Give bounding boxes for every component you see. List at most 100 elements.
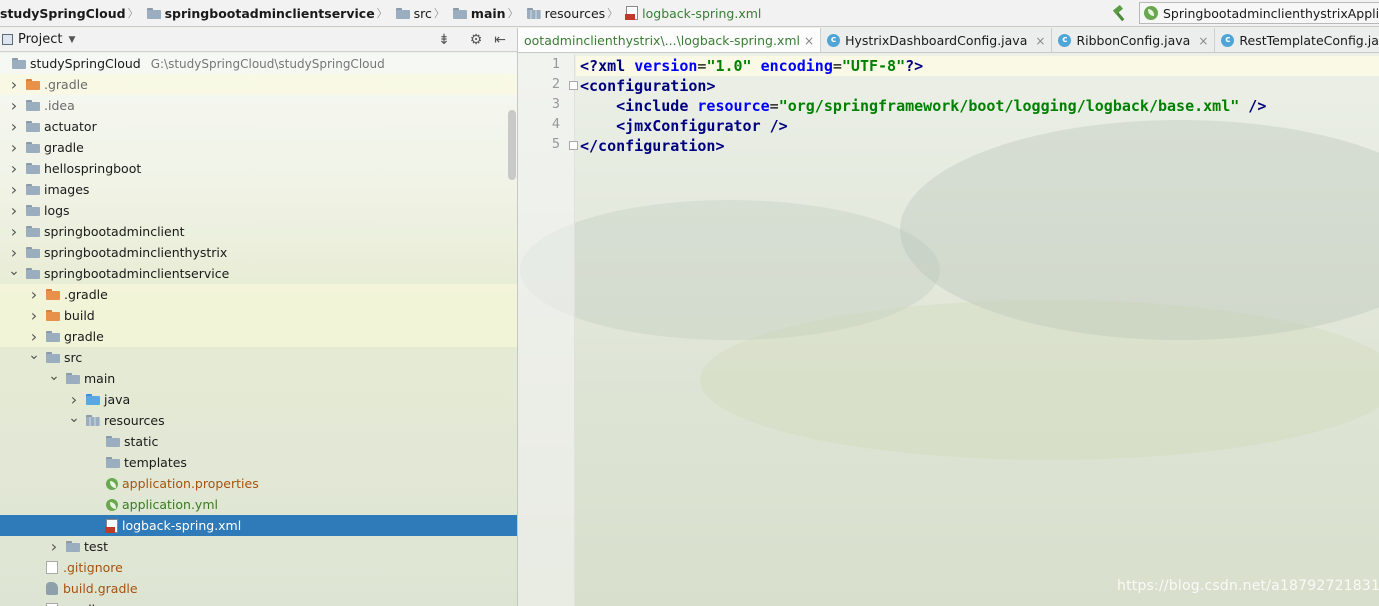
- chevron-right-icon: 〉: [376, 7, 388, 20]
- tree-item[interactable]: ⌄ src: [0, 347, 517, 368]
- chevron-down-icon[interactable]: ⌄: [28, 347, 40, 363]
- chevron-down-icon[interactable]: ⌄: [48, 368, 60, 384]
- editor-tab[interactable]: c RibbonConfig.java ×: [1052, 28, 1216, 52]
- tree-item[interactable]: ⌄ springbootadminclientservice: [0, 263, 517, 284]
- spring-config-icon: [106, 498, 118, 511]
- tree-item[interactable]: ›.gitignore: [0, 557, 517, 578]
- tree-item[interactable]: › test: [0, 536, 517, 557]
- tree-item[interactable]: ›static: [0, 431, 517, 452]
- line-number: 2: [551, 76, 560, 92]
- tree-item-label: static: [124, 434, 159, 449]
- chevron-down-icon[interactable]: ⌄: [68, 410, 80, 426]
- hide-panel-icon[interactable]: ⇤: [492, 32, 508, 48]
- folder-icon: [26, 121, 40, 132]
- tree-item[interactable]: › actuator: [0, 116, 517, 137]
- file-icon: [46, 561, 58, 574]
- tree-item[interactable]: › hellospringboot: [0, 158, 517, 179]
- tree-item[interactable]: ›templates: [0, 452, 517, 473]
- source-folder-icon: [86, 394, 100, 405]
- tree-item[interactable]: › images: [0, 179, 517, 200]
- tree-item[interactable]: ⌄ main: [0, 368, 517, 389]
- chevron-right-icon[interactable]: ›: [8, 159, 20, 178]
- tree-item[interactable]: › logs: [0, 200, 517, 221]
- chevron-right-icon[interactable]: ›: [8, 75, 20, 94]
- tree-item[interactable]: › springbootadminclienthystrix: [0, 242, 517, 263]
- breadcrumb-item[interactable]: main 〉: [452, 0, 527, 26]
- breadcrumb-label: main: [470, 5, 506, 21]
- chevron-right-icon[interactable]: ›: [8, 201, 20, 220]
- tree-item[interactable]: ⌄ resources: [0, 410, 517, 431]
- breadcrumb-item[interactable]: resources 〉: [526, 0, 627, 26]
- tree-item-label: studySpringCloud: [30, 56, 141, 71]
- chevron-right-icon[interactable]: ›: [28, 306, 40, 325]
- editor-tab[interactable]: ootadminclienthystrix\...\logback-spring…: [518, 28, 822, 52]
- tree-item[interactable]: › .idea: [0, 95, 517, 116]
- chevron-right-icon[interactable]: ›: [28, 285, 40, 304]
- code-line: <configuration>: [580, 77, 716, 95]
- code-editor[interactable]: <?xml version="1.0" encoding="UTF-8"?> <c…: [576, 54, 1379, 606]
- tree-item[interactable]: ›application.properties: [0, 473, 517, 494]
- breadcrumb-item[interactable]: src 〉: [395, 0, 453, 26]
- chevron-down-icon[interactable]: ⌄: [8, 263, 20, 279]
- chevron-right-icon[interactable]: ›: [8, 117, 20, 136]
- chevron-right-icon: 〉: [607, 7, 619, 20]
- close-icon[interactable]: ×: [1198, 34, 1208, 48]
- folder-icon: [26, 226, 40, 237]
- tree-item[interactable]: › springbootadminclient: [0, 221, 517, 242]
- tree-item-label: templates: [124, 455, 187, 470]
- chevron-right-icon[interactable]: ›: [8, 180, 20, 199]
- breadcrumb-item[interactable]: springbootadminclientservice 〉: [146, 0, 396, 26]
- tree-item-label: hellospringboot: [44, 161, 142, 176]
- tree-item-label: test: [84, 539, 109, 554]
- spring-boot-icon: [1144, 6, 1158, 20]
- chevron-right-icon[interactable]: ›: [8, 96, 20, 115]
- project-view-selector[interactable]: Project: [18, 32, 62, 47]
- gear-icon[interactable]: ⚙: [468, 32, 484, 48]
- line-number: 3: [551, 96, 560, 112]
- chevron-right-icon[interactable]: ›: [48, 537, 60, 556]
- watermark-text: https://blog.csdn.net/a18792721831: [1117, 578, 1379, 594]
- collapse-all-icon[interactable]: ⇟: [436, 32, 452, 48]
- editor-tab[interactable]: cRestTemplateConfig.java×: [1215, 28, 1379, 52]
- tree-item[interactable]: ›application.yml: [0, 494, 517, 515]
- tree-item-label: logs: [44, 203, 70, 218]
- tree-item[interactable]: › .gradle: [0, 284, 517, 305]
- fold-marker-icon[interactable]: [569, 141, 578, 150]
- close-icon[interactable]: ×: [1035, 34, 1045, 48]
- tree-item[interactable]: ›build.gradle: [0, 578, 517, 599]
- code-line: </configuration>: [580, 137, 725, 155]
- code-line: <include resource="org/springframework/b…: [616, 97, 1267, 115]
- tree-scrollbar[interactable]: [508, 110, 516, 180]
- tree-item[interactable]: › java: [0, 389, 517, 410]
- run-configuration-selector[interactable]: SpringbootadminclienthystrixApplication: [1139, 2, 1379, 24]
- breadcrumb-item[interactable]: logback-spring.xml: [625, 0, 765, 26]
- chevron-right-icon[interactable]: ›: [8, 222, 20, 241]
- editor-tab[interactable]: c HystrixDashboardConfig.java ×: [821, 28, 1053, 52]
- breadcrumb-item[interactable]: studySpringCloud 〉: [0, 0, 147, 26]
- build-hammer-icon[interactable]: [1110, 5, 1128, 23]
- fold-marker-icon[interactable]: [569, 81, 578, 90]
- chevron-right-icon[interactable]: ›: [28, 327, 40, 346]
- tree-item-label: springbootadminclienthystrix: [44, 245, 228, 260]
- folder-icon: [26, 205, 40, 216]
- xml-file-icon: [105, 518, 118, 533]
- gradle-icon: [46, 582, 58, 595]
- tree-item-label: actuator: [44, 119, 97, 134]
- tree-item-label: .gradle: [44, 77, 88, 92]
- xml-file-icon: [625, 6, 639, 20]
- tree-item[interactable]: ›logback-spring.xml: [0, 515, 517, 536]
- close-icon[interactable]: ×: [804, 34, 814, 48]
- tree-item[interactable]: › gradle: [0, 326, 517, 347]
- chevron-right-icon[interactable]: ›: [68, 390, 80, 409]
- folder-icon: [26, 100, 40, 111]
- chevron-right-icon[interactable]: ›: [8, 138, 20, 157]
- folder-icon: [26, 163, 40, 174]
- folder-icon: [66, 541, 80, 552]
- chevron-down-icon[interactable]: ▼: [68, 35, 75, 45]
- tree-item[interactable]: › gradle: [0, 137, 517, 158]
- tree-item[interactable]: studySpringCloud G:\studySpringCloud\stud…: [0, 53, 517, 74]
- tree-item[interactable]: › .gradle: [0, 74, 517, 95]
- tree-item[interactable]: › build: [0, 305, 517, 326]
- chevron-right-icon[interactable]: ›: [8, 243, 20, 262]
- tree-item[interactable]: ›gradlew: [0, 599, 517, 606]
